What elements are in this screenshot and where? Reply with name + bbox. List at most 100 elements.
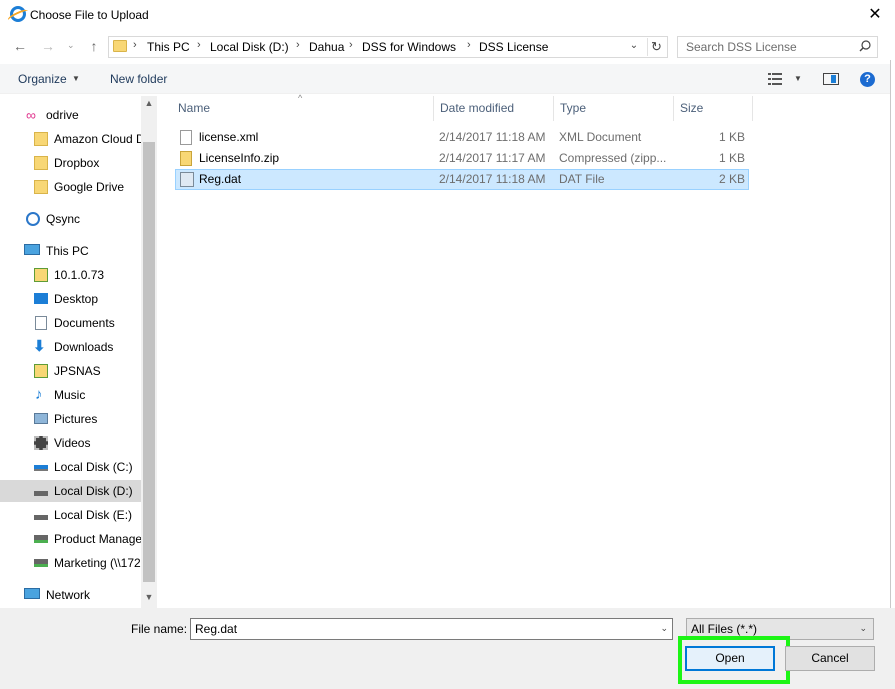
- nav-label: Dropbox: [54, 156, 100, 170]
- network-share-icon: [34, 535, 48, 543]
- pictures-icon: [34, 413, 48, 424]
- file-type: Compressed (zipp...: [559, 151, 667, 165]
- recent-locations-chevron-icon[interactable]: ⌄: [67, 40, 77, 52]
- folder-icon: [113, 40, 127, 52]
- file-date: 2/14/2017 11:18 AM: [439, 172, 546, 186]
- search-box[interactable]: [677, 36, 878, 58]
- file-name-input[interactable]: [191, 619, 651, 639]
- breadcrumb-separator-icon: ›: [349, 39, 353, 51]
- cancel-button[interactable]: Cancel: [785, 646, 875, 671]
- chevron-down-icon[interactable]: ⌄: [660, 623, 668, 634]
- file-type: XML Document: [559, 130, 642, 144]
- breadcrumb-separator-icon: ›: [197, 39, 201, 51]
- column-header-type[interactable]: Type: [554, 96, 674, 121]
- desktop-icon: [34, 293, 48, 304]
- file-size: 2 KB: [718, 172, 745, 186]
- odrive-icon: ∞: [26, 107, 36, 123]
- nav-item-pictures[interactable]: Pictures: [0, 408, 141, 430]
- xml-file-icon: [180, 130, 192, 145]
- file-size: 1 KB: [718, 130, 745, 144]
- search-icon[interactable]: [859, 40, 871, 52]
- music-icon: ♪: [35, 386, 43, 403]
- windows-drive-icon: [34, 465, 48, 471]
- nav-label: Local Disk (D:): [54, 484, 133, 498]
- nav-label: Documents: [54, 316, 115, 330]
- nav-item-marketing[interactable]: Marketing (\\172: [0, 552, 141, 574]
- file-name: LicenseInfo.zip: [199, 151, 280, 165]
- breadcrumb-dahua[interactable]: Dahua: [309, 40, 344, 54]
- preview-pane-icon[interactable]: [823, 73, 839, 85]
- column-header-name[interactable]: Name: [172, 96, 434, 121]
- refresh-icon[interactable]: ↻: [647, 38, 665, 56]
- nav-item-dropbox[interactable]: Dropbox: [0, 152, 141, 174]
- address-bar[interactable]: › This PC › Local Disk (D:) › Dahua › DS…: [108, 36, 668, 58]
- new-folder-button[interactable]: New folder: [110, 72, 167, 86]
- documents-icon: [35, 316, 47, 330]
- nav-item-jpsnas[interactable]: JPSNAS: [0, 360, 141, 382]
- nav-item-local-disk-d[interactable]: Local Disk (D:): [0, 480, 141, 502]
- file-row[interactable]: Reg.dat 2/14/2017 11:18 AM DAT File 2 KB: [175, 169, 749, 190]
- window-edge: [890, 60, 895, 680]
- back-arrow-icon[interactable]: ←: [12, 38, 28, 54]
- view-options-icon[interactable]: [768, 73, 782, 85]
- nav-item-qsync[interactable]: Qsync: [0, 208, 141, 230]
- nav-scrollbar[interactable]: ▲ ▼: [141, 96, 157, 608]
- breadcrumb-this-pc[interactable]: This PC: [147, 40, 190, 54]
- nav-item-this-pc[interactable]: This PC: [0, 240, 141, 262]
- nav-label: Local Disk (E:): [54, 508, 133, 522]
- nav-item-amazon-cloud-drive[interactable]: Amazon Cloud Drive: [0, 128, 157, 150]
- chevron-down-icon[interactable]: ▼: [72, 74, 80, 83]
- file-row[interactable]: LicenseInfo.zip 2/14/2017 11:17 AM Compr…: [175, 148, 749, 169]
- file-type: DAT File: [559, 172, 605, 186]
- file-size: 1 KB: [718, 151, 745, 165]
- network-icon: [24, 588, 40, 599]
- scroll-down-icon[interactable]: ▼: [141, 592, 157, 606]
- scrollbar-thumb[interactable]: [143, 142, 155, 582]
- nav-item-10-1-0-73[interactable]: 10.1.0.73: [0, 264, 141, 286]
- column-header-date-modified[interactable]: Date modified: [434, 96, 554, 121]
- forward-arrow-icon[interactable]: →: [40, 38, 56, 54]
- close-button[interactable]: ✕: [855, 0, 895, 30]
- breadcrumb-local-disk-d[interactable]: Local Disk (D:): [210, 40, 289, 54]
- chevron-down-icon[interactable]: ▼: [794, 74, 802, 83]
- column-header-size[interactable]: Size: [674, 96, 753, 121]
- breadcrumb-separator-icon: ›: [133, 39, 137, 51]
- nav-item-music[interactable]: ♪ Music: [0, 384, 141, 406]
- nav-label: Music: [54, 388, 86, 402]
- nav-item-local-disk-c[interactable]: Local Disk (C:): [0, 456, 141, 478]
- nav-item-desktop[interactable]: Desktop: [0, 288, 141, 310]
- chevron-down-icon[interactable]: ⌄: [627, 40, 641, 51]
- nav-item-videos[interactable]: Videos: [0, 432, 141, 454]
- nav-label: Desktop: [54, 292, 99, 306]
- breadcrumb-dss-license[interactable]: DSS License: [479, 40, 548, 54]
- window-title: Choose File to Upload: [30, 8, 149, 22]
- nav-item-documents[interactable]: Documents: [0, 312, 141, 334]
- nav-item-network[interactable]: Network: [0, 584, 141, 606]
- nav-label: Local Disk (C:): [54, 460, 133, 474]
- nav-item-odrive[interactable]: ∞ odrive: [0, 104, 141, 126]
- help-icon[interactable]: ?: [860, 72, 875, 87]
- file-row[interactable]: license.xml 2/14/2017 11:18 AM XML Docum…: [175, 127, 749, 148]
- nav-label: Downloads: [54, 340, 114, 354]
- scroll-up-icon[interactable]: ▲: [141, 98, 157, 112]
- nav-item-downloads[interactable]: ⬇ Downloads: [0, 336, 141, 358]
- zip-file-icon: [180, 151, 192, 166]
- open-button[interactable]: Open: [685, 646, 775, 671]
- breadcrumb-dss-for-windows[interactable]: DSS for Windows: [362, 40, 456, 54]
- organize-button[interactable]: Organize: [18, 72, 67, 86]
- up-arrow-icon[interactable]: ↑: [86, 38, 102, 54]
- file-name-combobox[interactable]: ⌄: [190, 618, 673, 640]
- nav-item-product-management[interactable]: Product Management: [0, 528, 157, 550]
- search-input[interactable]: [678, 37, 858, 57]
- file-date: 2/14/2017 11:17 AM: [439, 151, 546, 165]
- nav-item-local-disk-e[interactable]: Local Disk (E:): [0, 504, 141, 526]
- network-drive-icon: [34, 364, 48, 378]
- nav-label: Pictures: [54, 412, 98, 426]
- file-name-label: File name:: [131, 622, 188, 636]
- network-share-icon: [34, 559, 48, 567]
- videos-icon: [34, 436, 48, 450]
- file-list: ^ Name Date modified Type Size license.x…: [158, 93, 890, 608]
- drive-icon: [34, 515, 48, 520]
- nav-item-google-drive[interactable]: Google Drive: [0, 176, 141, 198]
- computer-icon: [24, 244, 40, 255]
